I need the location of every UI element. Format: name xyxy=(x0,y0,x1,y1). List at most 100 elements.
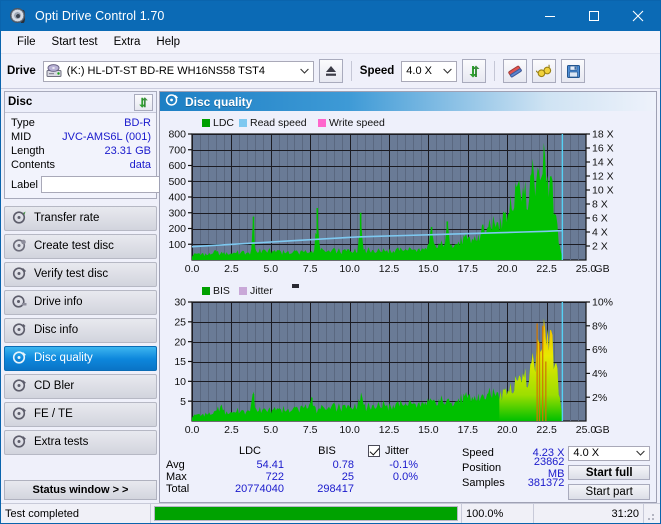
progress-bar xyxy=(151,504,462,523)
svg-text:18 X: 18 X xyxy=(592,129,614,141)
panel-title: Disc quality xyxy=(185,94,253,109)
sidebar-item-label: CD Bler xyxy=(34,379,75,392)
svg-text:Write speed: Write speed xyxy=(329,117,385,129)
chevron-down-icon[interactable] xyxy=(632,450,649,457)
svg-text:0.0: 0.0 xyxy=(185,263,200,275)
sidebar-item-create-test-disc[interactable]: Create test disc xyxy=(4,234,157,259)
stats-max-ldc: 722 xyxy=(265,471,284,483)
svg-text:7.5: 7.5 xyxy=(303,263,318,275)
menu-item-extra[interactable]: Extra xyxy=(106,34,149,50)
eject-button[interactable] xyxy=(318,59,343,83)
disc-row-value: data xyxy=(129,159,151,171)
toolbar-divider xyxy=(494,61,496,81)
save-button[interactable] xyxy=(561,59,586,83)
disc-header-label: Disc xyxy=(8,96,33,108)
svg-text:BIS: BIS xyxy=(213,285,230,297)
svg-text:100: 100 xyxy=(168,239,186,251)
start-part-button[interactable]: Start part xyxy=(568,484,650,501)
sidebar-item-drive-info[interactable]: Drive info xyxy=(4,290,157,315)
test-controls: 4.0 X Start full Start part xyxy=(568,445,650,501)
elapsed-time: 31:20 xyxy=(534,504,644,523)
menu-item-start-test[interactable]: Start test xyxy=(44,34,106,50)
disc-quality-frame: Disc quality LDC Read speed Write speed 100… xyxy=(159,91,657,503)
svg-text:5: 5 xyxy=(180,396,186,408)
svg-text:2.5: 2.5 xyxy=(224,424,239,436)
svg-text:22.5: 22.5 xyxy=(536,424,557,436)
svg-text:15.0: 15.0 xyxy=(418,263,439,275)
disc-test-icon xyxy=(12,210,27,228)
menu-item-help[interactable]: Help xyxy=(148,34,188,50)
stats-spacer xyxy=(418,459,462,471)
resize-grip[interactable] xyxy=(644,504,660,523)
svg-text:GB: GB xyxy=(594,263,609,275)
run-info-samples: Samples 381372 xyxy=(462,475,568,490)
svg-text:10%: 10% xyxy=(592,297,613,309)
svg-text:Jitter: Jitter xyxy=(250,285,273,297)
stats-total-ldc: 20774040 xyxy=(235,483,284,495)
chevron-down-icon[interactable] xyxy=(439,68,456,74)
chevron-down-icon[interactable] xyxy=(296,68,313,74)
svg-text:7.5: 7.5 xyxy=(303,424,318,436)
disc-row-value: 23.31 GB xyxy=(104,145,151,157)
disc-row-mid: MID JVC-AMS6L (001) xyxy=(11,130,151,144)
svg-text:20: 20 xyxy=(174,336,186,348)
sidebar-item-fe-te[interactable]: FE / TE xyxy=(4,402,157,427)
jitter-checkbox[interactable] xyxy=(368,445,380,457)
svg-text:4 X: 4 X xyxy=(592,227,608,239)
sidebar-item-verify-test-disc[interactable]: Verify test disc xyxy=(4,262,157,287)
stats-max-jitter: 0.0% xyxy=(392,471,418,483)
samples-key: Samples xyxy=(462,476,505,489)
menu-item-file[interactable]: File xyxy=(9,34,44,50)
sidebar-item-disc-quality[interactable]: Disc quality xyxy=(4,346,157,371)
svg-text:16 X: 16 X xyxy=(592,143,614,155)
menu-bar: File Start test Extra Help xyxy=(1,31,660,54)
ldc-read-speed-chart[interactable]: LDC Read speed Write speed 100 200 300 400 500 6… xyxy=(160,112,654,277)
left-panel: Disc Type BD-R MID JVC-AMS6L (001) Lengt… xyxy=(1,89,244,503)
svg-text:600: 600 xyxy=(168,160,186,172)
refresh-button[interactable] xyxy=(462,59,487,83)
svg-text:300: 300 xyxy=(168,207,186,219)
minimize-icon[interactable] xyxy=(528,1,572,31)
drive-select[interactable]: (K:) HL-DT-ST BD-RE WH16NS58 TST4 xyxy=(42,60,314,82)
svg-text:800: 800 xyxy=(168,129,186,141)
start-full-button[interactable]: Start full xyxy=(568,464,650,481)
close-icon[interactable] xyxy=(616,1,660,31)
app-disc-icon xyxy=(9,7,27,25)
glasses-button[interactable] xyxy=(532,59,557,83)
svg-text:12.5: 12.5 xyxy=(379,263,400,275)
svg-text:17.5: 17.5 xyxy=(458,263,479,275)
svg-text:2%: 2% xyxy=(592,392,607,404)
svg-text:10 X: 10 X xyxy=(592,185,614,197)
sidebar-item-label: Extra tests xyxy=(34,435,89,448)
svg-text:LDC: LDC xyxy=(213,117,234,129)
right-panel: Disc quality LDC Read speed Write speed 100… xyxy=(159,89,660,503)
svg-text:2.5: 2.5 xyxy=(224,263,239,275)
disc-row-key: Type xyxy=(11,117,35,129)
speed-select[interactable]: 4.0 X xyxy=(401,60,458,82)
sidebar-item-cd-bler[interactable]: CD Bler xyxy=(4,374,157,399)
svg-text:6%: 6% xyxy=(592,344,607,356)
svg-text:500: 500 xyxy=(168,176,186,188)
statistics-area: LDC BIS Jitter Avg 54.41 0.78 -0.1% Max … xyxy=(160,441,656,502)
disc-refresh-button[interactable] xyxy=(134,93,153,111)
test-speed-value: 4.0 X xyxy=(573,447,600,460)
sidebar-item-extra-tests[interactable]: Extra tests xyxy=(4,430,157,455)
sidebar-item-label: Create test disc xyxy=(34,239,114,252)
eraser-button[interactable] xyxy=(503,59,528,83)
speed-key: Speed xyxy=(462,446,494,459)
sidebar-item-disc-info[interactable]: Disc info xyxy=(4,318,157,343)
svg-text:5.0: 5.0 xyxy=(263,424,278,436)
charts-area: LDC Read speed Write speed 100 200 300 400 500 6… xyxy=(160,111,656,441)
svg-text:15: 15 xyxy=(174,356,186,368)
maximize-icon[interactable] xyxy=(572,1,616,31)
samples-value: 381372 xyxy=(527,476,565,489)
stats-spacer xyxy=(418,445,462,459)
sidebar-item-transfer-rate[interactable]: Transfer rate xyxy=(4,206,157,231)
fe-te-icon xyxy=(12,406,27,424)
test-speed-select[interactable]: 4.0 X xyxy=(568,446,650,461)
bis-jitter-chart[interactable]: BIS Jitter 5 10 15 20 25 30 2% 4% 6% 8% 10% 0.0 2.5 5.0… xyxy=(160,280,654,438)
status-window-button[interactable]: Status window > > xyxy=(4,480,157,500)
drive-value: (K:) HL-DT-ST BD-RE WH16NS58 TST4 xyxy=(66,65,266,77)
stats-avg-jitter: -0.1% xyxy=(389,459,418,471)
svg-text:8 X: 8 X xyxy=(592,199,608,211)
